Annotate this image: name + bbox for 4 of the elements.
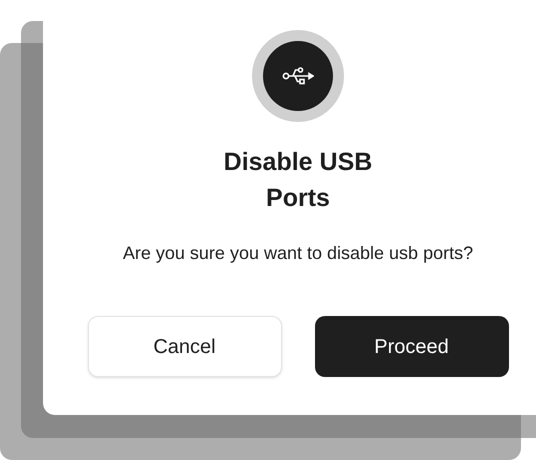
dialog-title: Disable USB Ports xyxy=(222,147,374,214)
proceed-button[interactable]: Proceed xyxy=(314,316,508,377)
dialog-message: Are you sure you want to disable usb ports? xyxy=(122,242,474,265)
cancel-button[interactable]: Cancel xyxy=(88,316,282,377)
